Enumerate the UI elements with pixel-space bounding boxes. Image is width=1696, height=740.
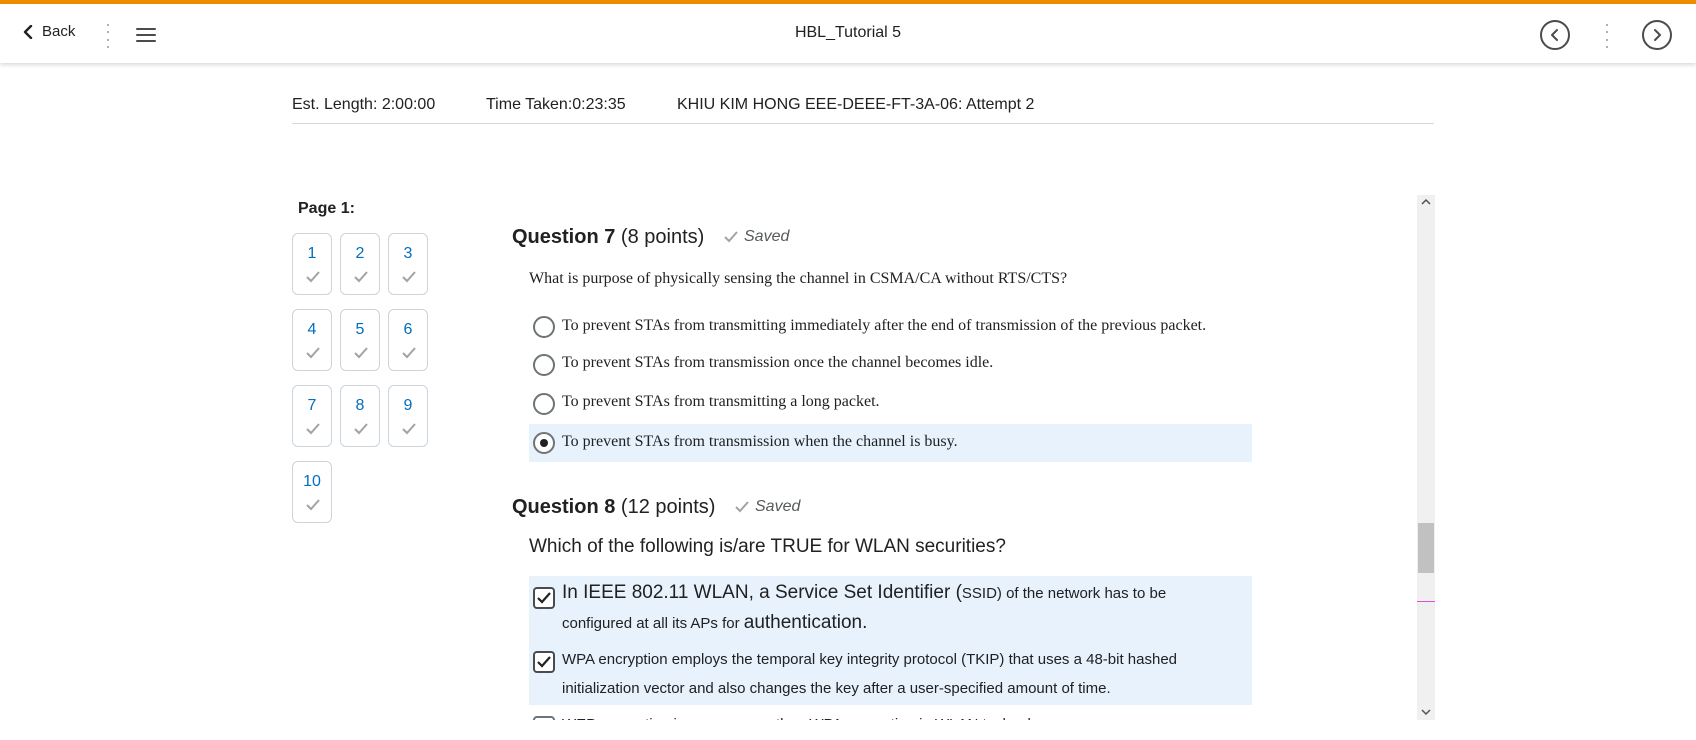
- check-icon: [354, 271, 368, 283]
- check-icon: [402, 347, 416, 359]
- question-nav-6[interactable]: 6: [388, 309, 428, 371]
- question-nav-4[interactable]: 4: [292, 309, 332, 371]
- question-nav-8[interactable]: 8: [340, 385, 380, 447]
- question-7-option-3[interactable]: To prevent STAs from transmitting a long…: [529, 386, 1252, 422]
- question-7-option-2[interactable]: To prevent STAs from transmission once t…: [529, 347, 1252, 383]
- scroll-down-icon[interactable]: [1421, 707, 1431, 717]
- checkbox[interactable]: [533, 716, 555, 720]
- question-nav-5[interactable]: 5: [340, 309, 380, 371]
- attempt-info: KHIU KIM HONG EEE-DEEE-FT-3A-06: Attempt…: [677, 96, 1035, 113]
- question-nav-10[interactable]: 10: [292, 461, 332, 523]
- question-7-option-4[interactable]: To prevent STAs from transmission when t…: [529, 424, 1252, 462]
- chevron-right-icon: [1654, 29, 1661, 41]
- question-nav-1[interactable]: 1: [292, 233, 332, 295]
- radio-button[interactable]: [533, 316, 555, 338]
- check-icon: [537, 592, 551, 604]
- check-icon: [735, 501, 749, 513]
- question-content: Question 7 (8 points) Saved What is purp…: [510, 195, 1415, 720]
- top-navbar: Back HBL_Tutorial 5: [0, 4, 1696, 63]
- question-7-option-1[interactable]: To prevent STAs from transmitting immedi…: [529, 309, 1252, 345]
- est-length: Est. Length: 2:00:00: [292, 96, 436, 113]
- question-7-saved-status: Saved: [724, 228, 789, 246]
- question-8-option-3[interactable]: WEP encryption is more secure than WPA e…: [562, 710, 1242, 720]
- next-button[interactable]: [1642, 20, 1672, 50]
- page-label: Page 1:: [298, 200, 355, 217]
- check-icon: [402, 271, 416, 283]
- previous-button[interactable]: [1540, 20, 1570, 50]
- radio-button-selected[interactable]: [533, 432, 555, 454]
- divider-dots-icon: [1605, 24, 1609, 48]
- check-icon: [724, 231, 738, 243]
- check-icon: [354, 347, 368, 359]
- content-scrollbar[interactable]: [1417, 195, 1435, 720]
- check-icon: [402, 423, 416, 435]
- scroll-up-icon[interactable]: [1421, 197, 1431, 207]
- question-8-selected-options: In IEEE 802.11 WLAN, a Service Set Ident…: [529, 576, 1252, 705]
- question-nav-7[interactable]: 7: [292, 385, 332, 447]
- radio-button[interactable]: [533, 354, 555, 376]
- check-icon: [306, 347, 320, 359]
- check-icon: [306, 499, 320, 511]
- question-8-saved-status: Saved: [735, 498, 800, 516]
- chevron-left-icon: [1551, 29, 1558, 41]
- question-8-text: Which of the following is/are TRUE for W…: [529, 536, 1006, 557]
- radio-button[interactable]: [533, 393, 555, 415]
- question-nav-3[interactable]: 3: [388, 233, 428, 295]
- scroll-position-marker: [1417, 601, 1435, 602]
- page-title: HBL_Tutorial 5: [794, 24, 902, 41]
- question-7-heading: Question 7 (8 points): [512, 226, 705, 248]
- check-icon: [306, 271, 320, 283]
- check-icon: [306, 423, 320, 435]
- question-nav-2[interactable]: 2: [340, 233, 380, 295]
- question-8-option-2[interactable]: WPA encryption employs the temporal key …: [562, 645, 1242, 703]
- check-icon: [354, 423, 368, 435]
- question-8-option-1[interactable]: In IEEE 802.11 WLAN, a Service Set Ident…: [562, 578, 1242, 638]
- scrollbar-thumb[interactable]: [1418, 523, 1434, 573]
- question-nav-9[interactable]: 9: [388, 385, 428, 447]
- question-8-heading: Question 8 (12 points): [512, 496, 716, 518]
- checkbox-checked[interactable]: [533, 651, 555, 673]
- question-7-text: What is purpose of physically sensing th…: [529, 270, 1068, 287]
- quiz-info-bar: Est. Length: 2:00:00 Time Taken:0:23:35 …: [292, 94, 1434, 124]
- time-taken: Time Taken:0:23:35: [486, 96, 626, 113]
- check-icon: [537, 656, 551, 668]
- checkbox-checked[interactable]: [533, 587, 555, 609]
